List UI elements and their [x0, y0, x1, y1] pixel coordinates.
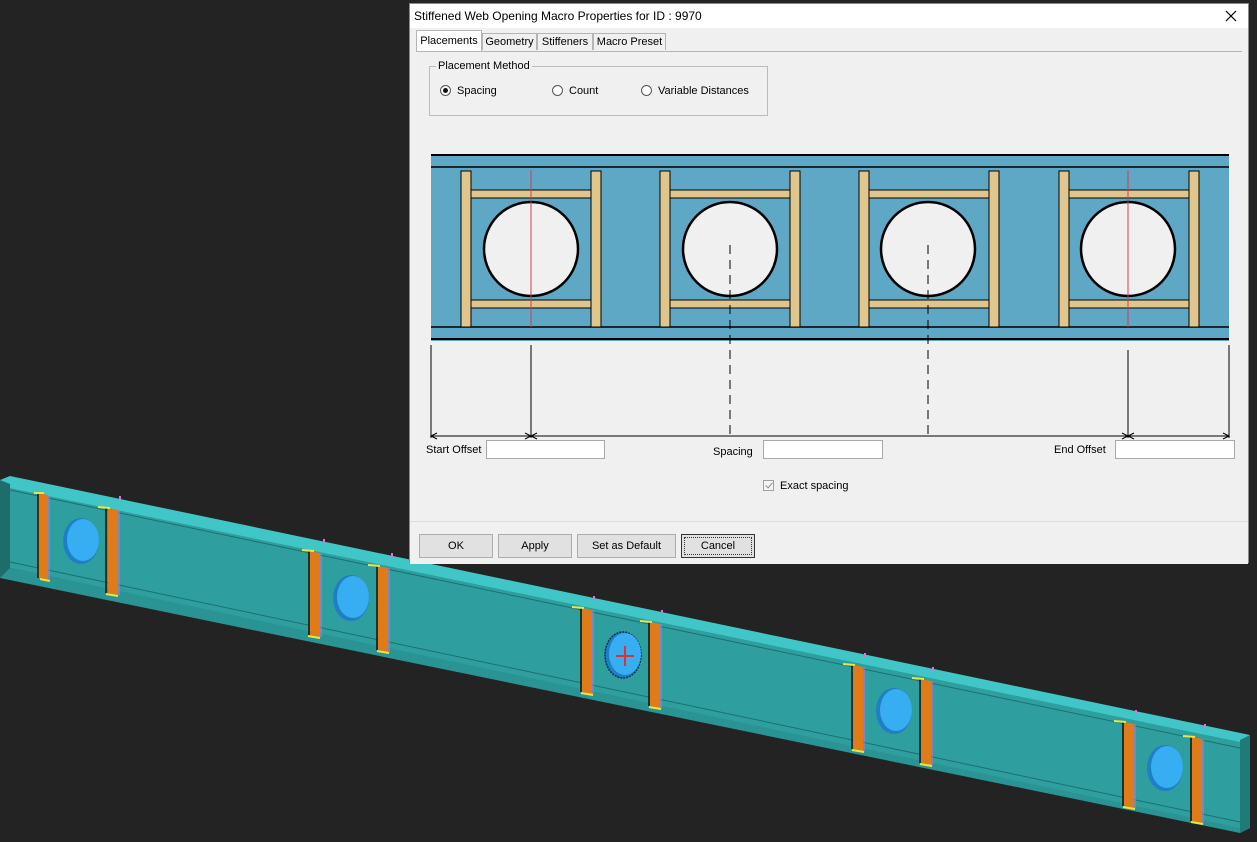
end-offset-label: End Offset	[1054, 444, 1106, 456]
placement-method-legend: Placement Method	[436, 60, 532, 72]
radio-variable-distances-indicator[interactable]	[641, 84, 652, 96]
cancel-button[interactable]: Cancel	[681, 534, 755, 558]
placement-diagram	[429, 154, 1231, 440]
radio-spacing-indicator[interactable]	[440, 84, 451, 96]
button-bar: OK Apply Set as Default Cancel	[410, 521, 1248, 564]
spacing-label: Spacing	[713, 446, 753, 458]
radio-variable-distances-label: Variable Distances	[658, 85, 749, 97]
radio-count[interactable]: Count	[552, 84, 599, 99]
start-offset-label: Start Offset	[426, 444, 482, 456]
radio-spacing[interactable]: Spacing	[440, 84, 497, 99]
exact-spacing-checkbox[interactable]: Exact spacing	[763, 479, 849, 492]
tab-strip: Placements Geometry Stiffeners Macro Pre…	[416, 30, 1242, 51]
radio-spacing-label: Spacing	[457, 85, 497, 97]
tab-geometry[interactable]: Geometry	[482, 33, 537, 50]
placement-method-group: Placement Method Spacing Count Variable …	[429, 60, 768, 116]
exact-spacing-label: Exact spacing	[780, 480, 849, 492]
start-offset-input[interactable]	[486, 440, 605, 459]
close-icon[interactable]	[1220, 6, 1242, 26]
radio-count-label: Count	[569, 85, 599, 97]
tab-panel-border	[416, 51, 1242, 52]
tab-stiffeners[interactable]: Stiffeners	[537, 33, 593, 50]
ok-button[interactable]: OK	[419, 534, 493, 558]
end-offset-input[interactable]	[1115, 440, 1235, 459]
set-as-default-button[interactable]: Set as Default	[577, 534, 676, 558]
beam-end-face	[0, 480, 10, 578]
radio-count-indicator[interactable]	[552, 84, 563, 96]
exact-spacing-check-icon[interactable]	[763, 479, 774, 491]
tab-placements[interactable]: Placements	[416, 30, 482, 51]
apply-button[interactable]: Apply	[498, 534, 572, 558]
tab-macro-preset[interactable]: Macro Preset	[593, 33, 666, 50]
properties-dialog: Stiffened Web Opening Macro Properties f…	[409, 3, 1249, 564]
radio-variable-distances[interactable]: Variable Distances	[641, 84, 749, 99]
dialog-title: Stiffened Web Opening Macro Properties f…	[414, 9, 702, 23]
title-bar[interactable]: Stiffened Web Opening Macro Properties f…	[410, 4, 1248, 28]
spacing-input[interactable]	[763, 440, 883, 459]
